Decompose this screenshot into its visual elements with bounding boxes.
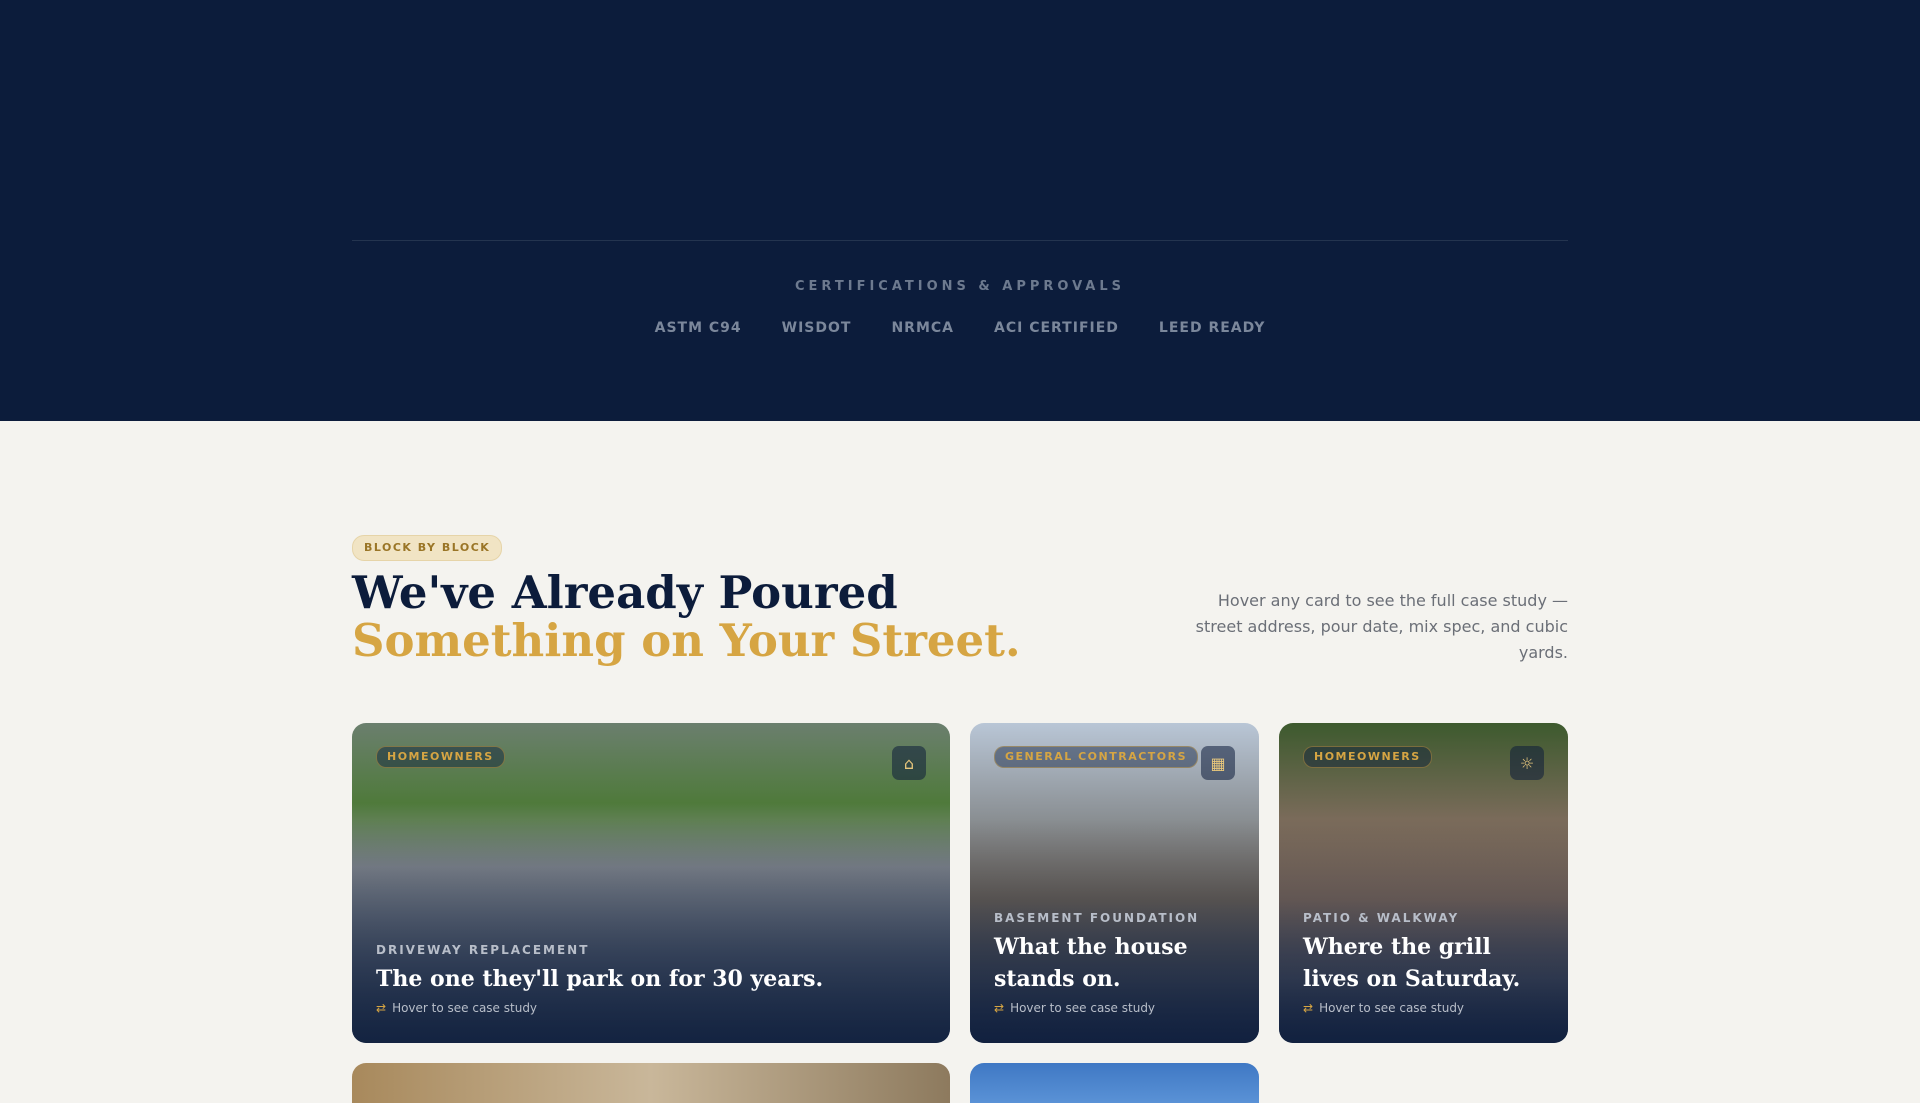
- cert-wisdot: WISDOT: [781, 320, 852, 336]
- house-icon: ⌂: [892, 746, 926, 780]
- card-image-overlay: [352, 723, 950, 1043]
- card-hint: ⇄ Hover to see case study: [1303, 1001, 1465, 1015]
- cert-astm: ASTM C94: [654, 320, 742, 336]
- section-heading-line2: Something on Your Street.: [352, 614, 1021, 667]
- certifications-list: ASTM C94 WISDOT NRMCA ACI CERTIFIED LEED…: [0, 320, 1920, 336]
- case-study-card-driveway[interactable]: HOMEOWNERS ⌂ DRIVEWAY REPLACEMENT The on…: [352, 723, 950, 1043]
- section-heading-line1: We've Already Poured: [352, 566, 898, 619]
- swap-icon: ⇄: [376, 1001, 387, 1015]
- case-study-card-foundation[interactable]: GENERAL CONTRACTORS ▦ BASEMENT FOUNDATIO…: [970, 723, 1259, 1043]
- card-title: The one they'll park on for 30 years.: [376, 966, 824, 992]
- audience-tag: HOMEOWNERS: [376, 746, 505, 768]
- audience-tag: HOMEOWNERS: [1303, 746, 1432, 768]
- section-lede: Hover any card to see the full case stud…: [1195, 591, 1568, 662]
- card-title: What the house stands on.: [994, 934, 1188, 992]
- sun-icon: ☼: [1510, 746, 1544, 780]
- swap-icon: ⇄: [1303, 1001, 1314, 1015]
- card-kicker: BASEMENT FOUNDATION: [994, 911, 1200, 925]
- building-icon: ▦: [1201, 746, 1235, 780]
- cert-nrmca: NRMCA: [891, 320, 954, 336]
- card-hint: ⇄ Hover to see case study: [376, 1001, 538, 1015]
- case-study-card-patio[interactable]: HOMEOWNERS ☼ PATIO & WALKWAY Where the g…: [1279, 723, 1568, 1043]
- card-hint: ⇄ Hover to see case study: [994, 1001, 1156, 1015]
- card-title: Where the grill lives on Saturday.: [1303, 934, 1521, 992]
- swap-icon: ⇄: [994, 1001, 1005, 1015]
- audience-tag: GENERAL CONTRACTORS: [994, 746, 1199, 768]
- case-study-card-partial[interactable]: [970, 1063, 1259, 1103]
- cert-leed: LEED READY: [1158, 320, 1266, 336]
- cert-aci: ACI CERTIFIED: [994, 320, 1119, 336]
- divider: [352, 240, 1568, 241]
- card-kicker: PATIO & WALKWAY: [1303, 911, 1460, 925]
- section-badge: BLOCK BY BLOCK: [352, 535, 503, 561]
- card-kicker: DRIVEWAY REPLACEMENT: [376, 943, 590, 957]
- certifications-title: CERTIFICATIONS & APPROVALS: [795, 279, 1125, 294]
- certifications-band: CERTIFICATIONS & APPROVALS ASTM C94 WISD…: [0, 0, 1920, 421]
- case-study-card-partial[interactable]: [352, 1063, 950, 1103]
